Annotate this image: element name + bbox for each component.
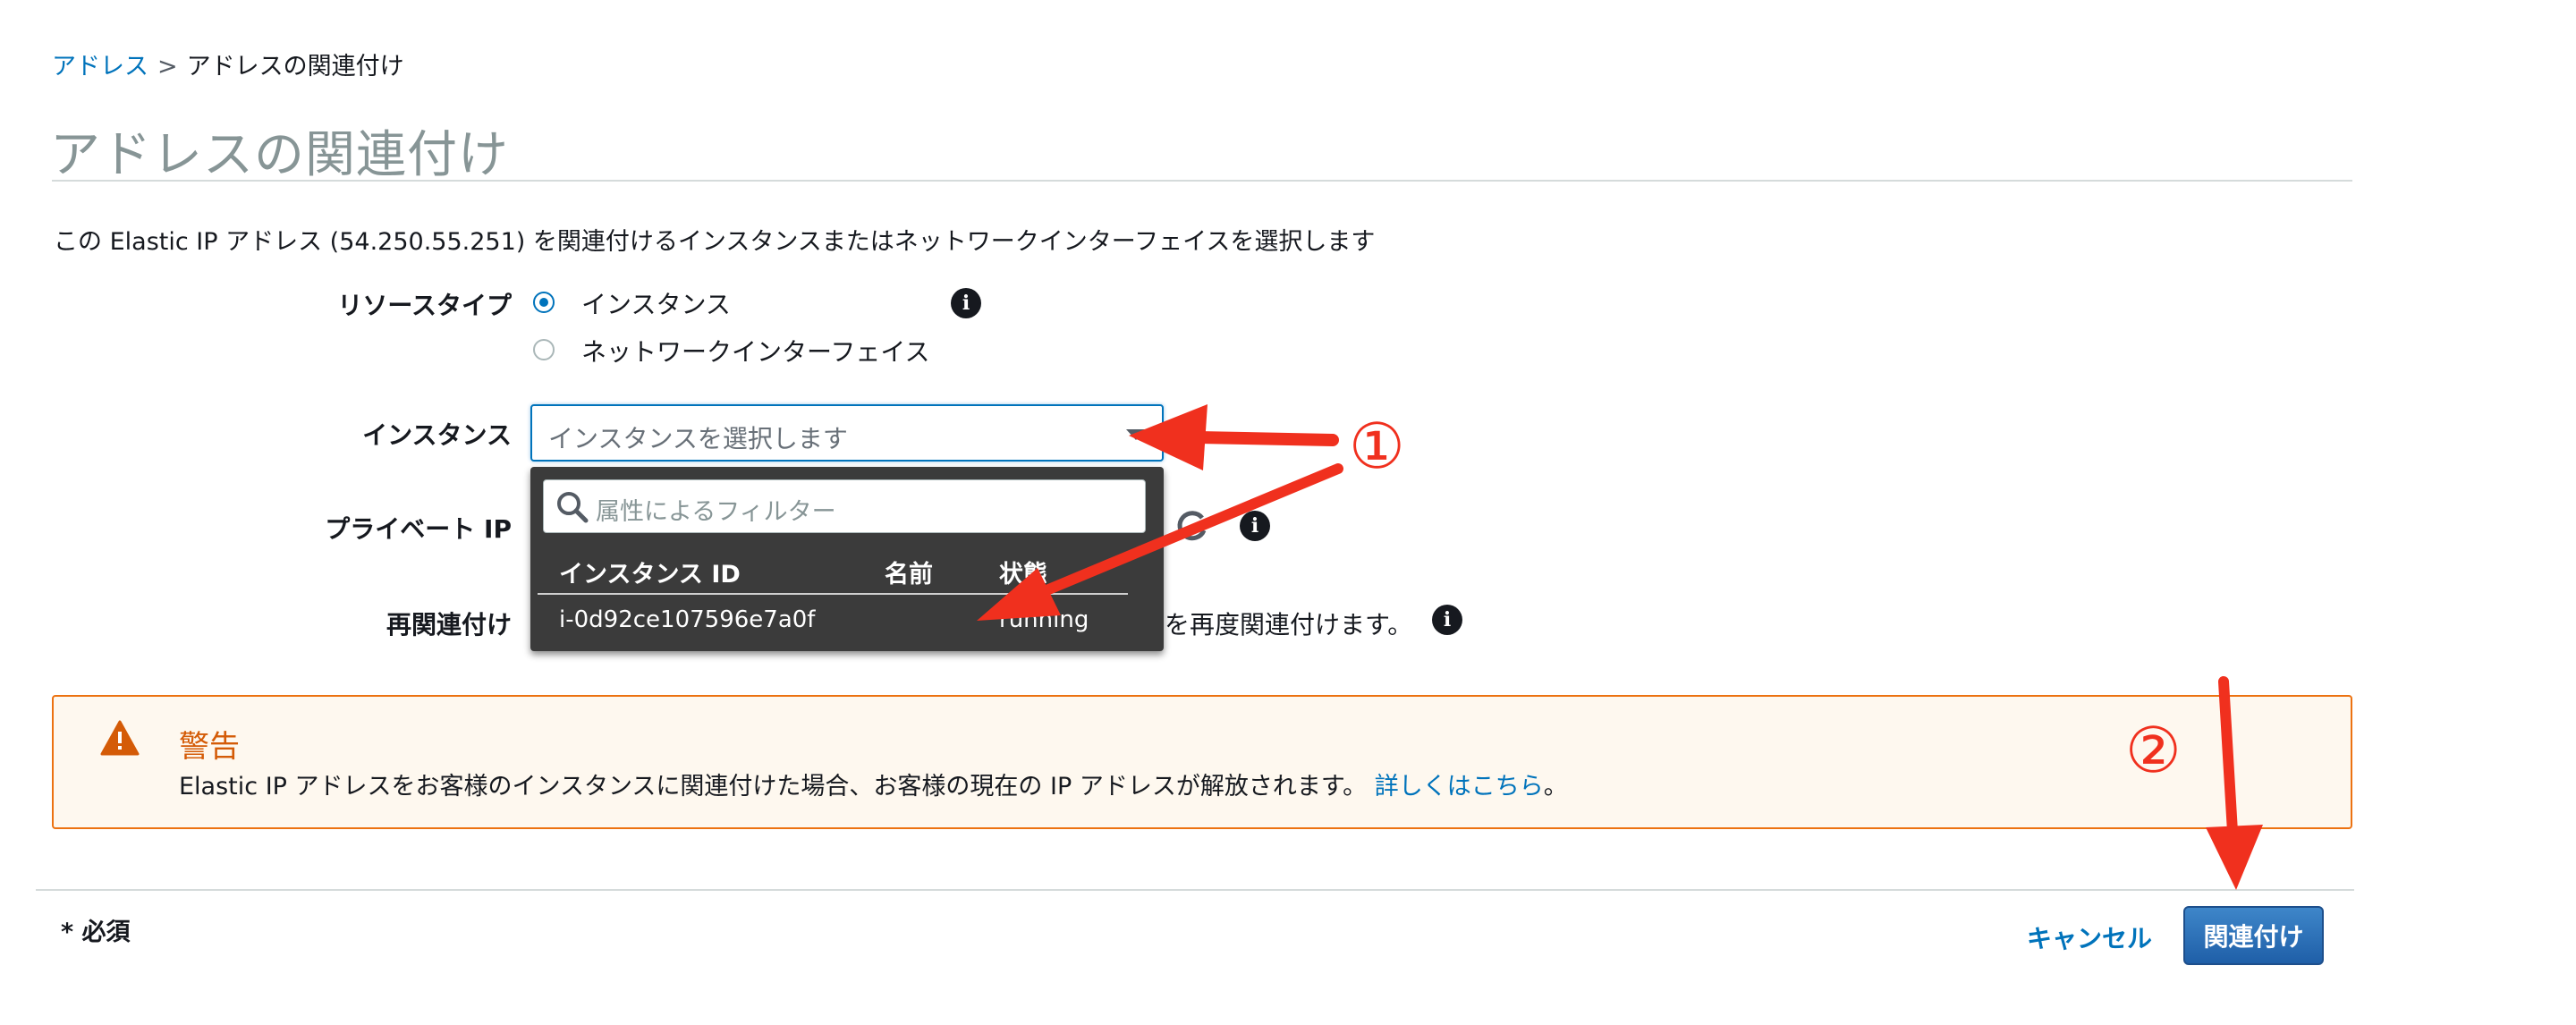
instance-dropdown: 属性によるフィルター インスタンス ID 名前 状態 i-0d92ce10759… [530, 467, 1164, 651]
associate-button[interactable]: 関連付け [2183, 906, 2324, 965]
page-description: この Elastic IP アドレス (54.250.55.251) を関連付け… [54, 228, 1376, 256]
annotation-marker-1: ① [1349, 410, 1405, 483]
chevron-down-icon[interactable] [1126, 429, 1146, 440]
filter-placeholder: 属性によるフィルター [596, 498, 836, 526]
header-divider [538, 593, 1128, 595]
instance-state-cell: running [999, 606, 1089, 633]
radio-network-interface-button[interactable] [533, 339, 555, 360]
cancel-button[interactable]: キャンセル [2027, 919, 2152, 955]
instance-id-cell: i-0d92ce107596e7a0f [559, 606, 816, 633]
column-header-state: 状態 [999, 561, 1047, 589]
warning-icon [100, 720, 140, 756]
table-row[interactable]: i-0d92ce107596e7a0f running [530, 601, 1164, 646]
refresh-icon[interactable] [1172, 507, 1211, 546]
breadcrumb-separator: > [157, 53, 178, 80]
info-icon[interactable]: i [1432, 605, 1462, 635]
radio-instance[interactable] [533, 292, 555, 313]
warning-message: Elastic IP アドレスをお客様のインスタンスに関連付けた場合、お客様の現… [179, 767, 1568, 801]
column-header-name: 名前 [885, 561, 933, 589]
reassociation-text: を再度関連付けます。 [1165, 610, 1413, 640]
breadcrumb: アドレス > アドレスの関連付け [52, 47, 404, 81]
breadcrumb-current: アドレスの関連付け [186, 53, 404, 80]
warning-suffix: 。 [1543, 773, 1568, 801]
reassociation-label: 再関連付け [386, 610, 512, 640]
required-note: * 必須 [61, 919, 131, 946]
search-icon [557, 492, 589, 523]
annotation-marker-2: ② [2125, 714, 2182, 787]
private-ip-label: プライベート IP [325, 514, 512, 544]
instance-select-placeholder: インスタンスを選択します [548, 424, 848, 453]
radio-instance-button[interactable] [533, 292, 555, 313]
radio-instance-label[interactable]: インスタンス [581, 285, 731, 321]
info-icon[interactable]: i [1240, 511, 1270, 541]
radio-network-interface-label[interactable]: ネットワークインターフェイス [581, 333, 929, 368]
warning-alert: 警告 Elastic IP アドレスをお客様のインスタンスに関連付けた場合、お客… [52, 695, 2352, 829]
warning-title: 警告 [179, 729, 240, 765]
info-icon[interactable]: i [951, 288, 981, 318]
instance-label: インスタンス [362, 420, 512, 450]
title-divider [52, 180, 2352, 182]
resource-type-label: リソースタイプ [337, 291, 512, 320]
radio-network-interface[interactable] [533, 339, 555, 360]
filter-input[interactable]: 属性によるフィルター [543, 479, 1146, 533]
breadcrumb-link-addresses[interactable]: アドレス [52, 53, 148, 80]
warning-body-text: Elastic IP アドレスをお客様のインスタンスに関連付けた場合、お客様の現… [179, 773, 1368, 801]
footer-divider [36, 889, 2354, 891]
instance-select[interactable]: インスタンスを選択します [530, 404, 1164, 462]
learn-more-link[interactable]: 詳しくはこちら [1375, 773, 1544, 801]
column-header-instance-id: インスタンス ID [559, 561, 741, 589]
page-title: アドレスの関連付け [50, 126, 509, 184]
